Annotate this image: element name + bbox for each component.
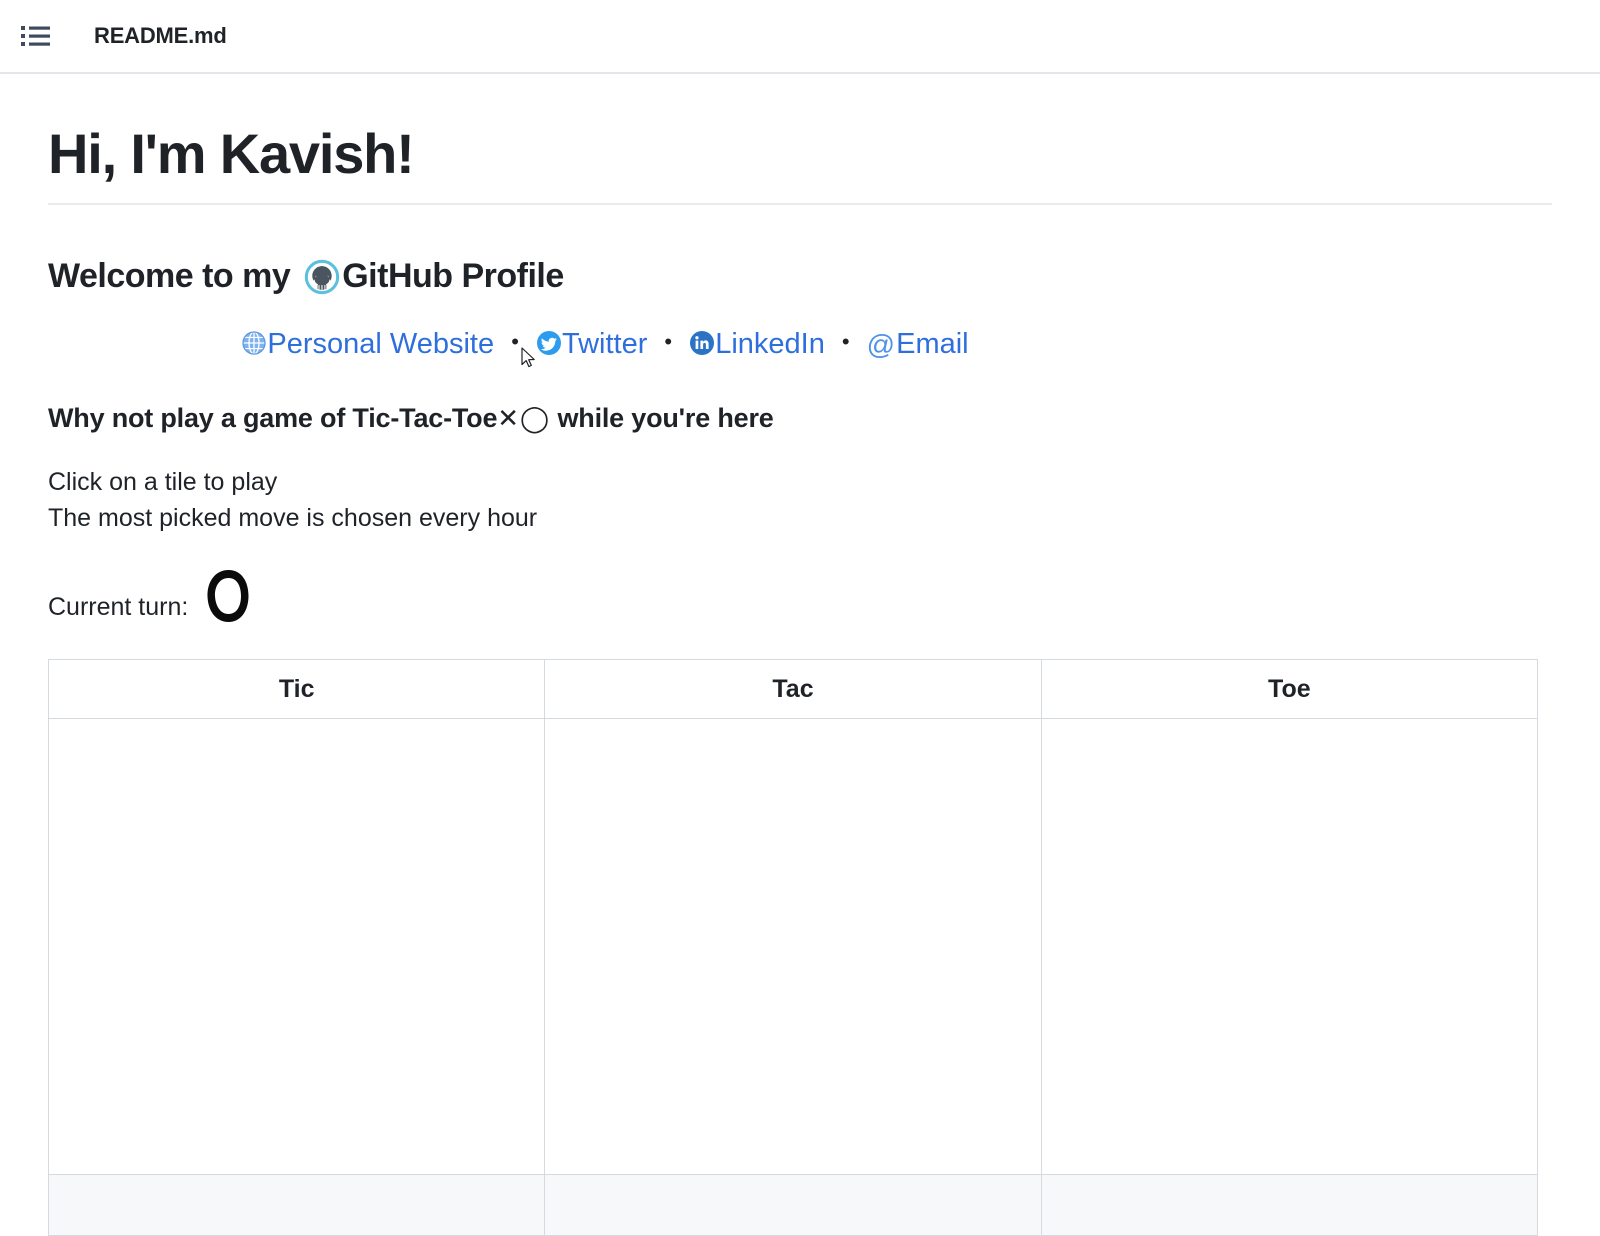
board-cell[interactable] [1040,1174,1539,1236]
board-cell[interactable] [544,718,1042,1176]
link-personal-website-label: Personal Website [267,327,495,360]
instruction-line-2: The most picked move is chosen every hou… [48,503,538,532]
readme-content: Hi, I'm Kavish! Welcome to my GitHub Pro… [0,122,1600,1236]
separator-dot-3: • [841,328,850,354]
table-body [47,718,1539,1236]
welcome-prefix-text: Welcome to my [48,257,300,296]
mouse-cursor-icon [521,346,537,368]
column-header-tic: Tic [47,659,546,720]
table-header-row: Tic Tac Toe [47,659,1539,720]
github-octocat-icon [303,258,341,296]
board-cell[interactable] [47,1174,546,1236]
globe-icon [241,330,267,356]
welcome-suffix-text: GitHub Profile [342,257,564,296]
linkedin-icon [689,330,715,356]
link-twitter[interactable]: Twitter [536,329,647,359]
at-icon: @ [866,328,896,360]
file-header-bar: README.md [0,0,1600,74]
file-name-label: README.md [94,23,227,48]
social-links-row: Personal Website • Twitter • LinkedIn • … [48,328,1552,368]
tic-tac-toe-heading: Why not play a game of Tic-Tac-Toe✕◯ whi… [48,403,1552,434]
board-cell[interactable] [544,1174,1042,1236]
current-turn-row: Current turn: [48,569,1552,636]
separator-dot-2: • [664,328,673,354]
column-header-tac: Tac [544,659,1042,720]
link-personal-website[interactable]: Personal Website [241,329,494,359]
tic-tac-toe-board-table[interactable]: Tic Tac Toe [47,659,1539,1236]
board-cell[interactable] [47,718,546,1176]
list-icon[interactable] [21,24,51,48]
welcome-heading: Welcome to my GitHub Profile [48,257,1552,296]
link-linkedin-label: LinkedIn [715,327,825,360]
ttt-heading-prefix: Why not play a game of Tic-Tac-Toe [48,402,498,433]
twitter-icon [536,330,562,356]
page-title: Hi, I'm Kavish! [48,122,1552,206]
table-row [47,1174,1539,1236]
board-cell[interactable] [1040,718,1539,1176]
column-header-toe: Toe [1040,659,1539,720]
link-email-label: Email [896,327,969,360]
current-turn-mark-o-icon [200,565,256,634]
current-turn-label: Current turn: [48,592,189,621]
instruction-line-1: Click on a tile to play [48,467,278,496]
table-row [47,718,1539,1176]
link-linkedin[interactable]: LinkedIn [689,329,825,359]
link-twitter-label: Twitter [561,327,648,360]
xo-marks-glyph: ✕◯ [497,403,551,434]
ttt-heading-suffix: while you're here [557,402,774,433]
link-email[interactable]: @Email [867,329,969,359]
table-header: Tic Tac Toe [47,659,1539,720]
separator-dot-1: • [511,328,519,354]
